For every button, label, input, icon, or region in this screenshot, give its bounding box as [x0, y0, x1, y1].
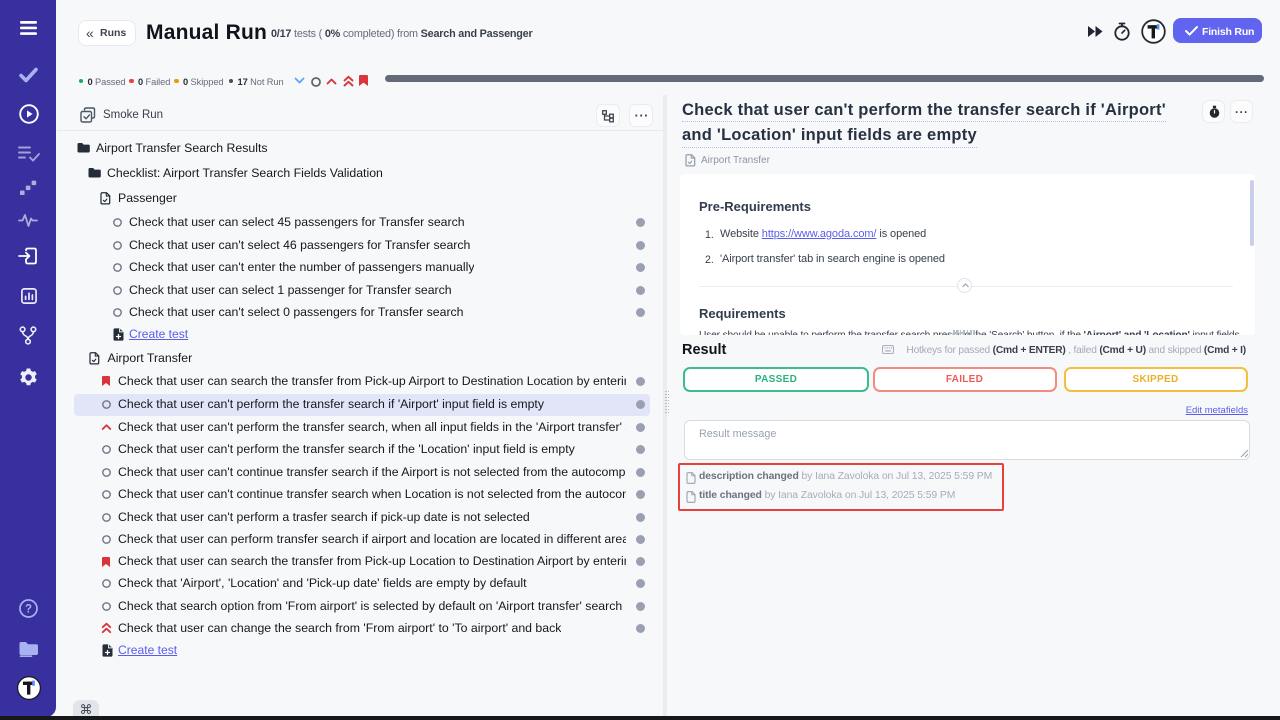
svg-text:?: ? [25, 604, 32, 616]
